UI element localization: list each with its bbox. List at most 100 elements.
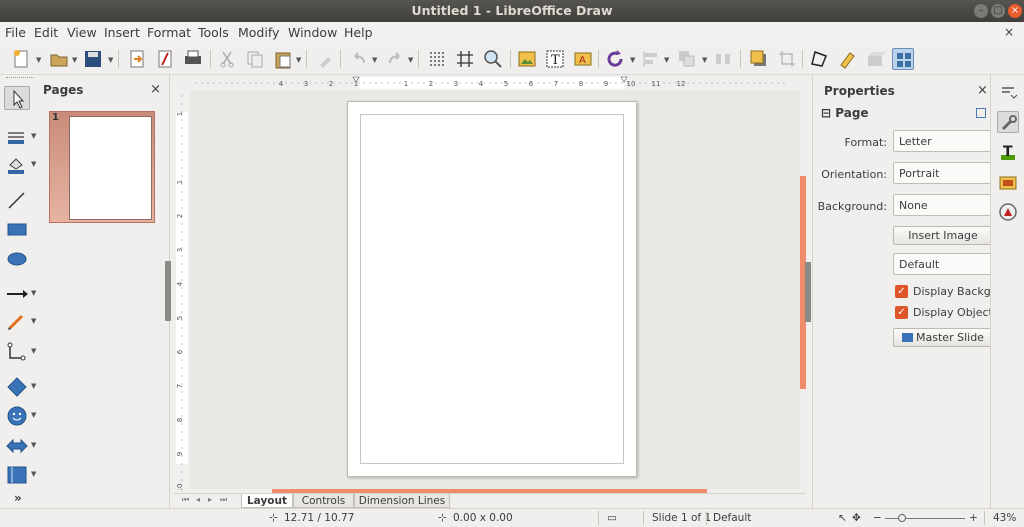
zoom-in-button[interactable]: + [969,512,978,524]
properties-deck-icon[interactable] [997,111,1019,133]
undo-icon[interactable] [348,48,370,70]
tab-controls[interactable]: Controls [293,494,354,508]
clone-formatting-icon[interactable] [314,48,336,70]
line-color-icon[interactable] [4,125,30,149]
maximize-button[interactable]: □ [991,4,1005,18]
line-icon[interactable] [4,188,30,212]
chevron-down-icon[interactable]: ▼ [72,56,77,64]
next-tab-icon[interactable]: ▸ [208,495,212,504]
chevron-down-icon[interactable]: ▼ [31,411,36,419]
chevron-down-icon[interactable]: ▼ [36,56,41,64]
navigator-deck-icon[interactable] [997,201,1019,223]
chevron-down-icon[interactable]: ▼ [702,56,707,64]
print-icon[interactable] [182,48,204,70]
display-objects-checkbox[interactable]: ✓ [895,306,908,319]
insert-textbox-icon[interactable]: T [544,48,566,70]
rotate-icon[interactable] [604,48,626,70]
drawing-page[interactable] [347,101,637,477]
open-folder-icon[interactable] [48,48,70,70]
chevron-down-icon[interactable]: ▼ [31,441,36,449]
export-pdf-icon[interactable] [154,48,176,70]
fit-page-icon[interactable]: ✥ [852,512,861,524]
toggle-extrusion-icon[interactable] [864,48,886,70]
chevron-down-icon[interactable]: ▼ [108,56,113,64]
menu-view[interactable]: View [67,25,97,40]
helplines-icon[interactable] [454,48,476,70]
sidebar-settings-icon[interactable] [997,81,1019,103]
chevron-down-icon[interactable]: ▼ [296,56,301,64]
menu-tools[interactable]: Tools [198,25,229,40]
page-section-title[interactable]: ⊟ Page [821,106,869,120]
master-slide-button[interactable]: Master Slide [893,328,993,347]
chevron-down-icon[interactable]: ▼ [372,56,377,64]
menu-file[interactable]: File [5,25,26,40]
zoom-level[interactable]: 43% [993,512,1016,524]
menu-help[interactable]: Help [344,25,373,40]
fill-color-icon[interactable] [4,153,30,177]
paste-icon[interactable] [272,48,294,70]
menu-modify[interactable]: Modify [238,25,279,40]
sidebar-splitter[interactable] [805,262,811,322]
insert-image-icon[interactable] [516,48,538,70]
rectangle-icon[interactable] [4,217,30,241]
orientation-select[interactable]: Portrait [893,162,993,184]
shadow-icon[interactable] [748,48,770,70]
format-select[interactable]: Letter [893,130,993,152]
background-select[interactable]: None [893,194,993,216]
menu-format[interactable]: Format [147,25,191,40]
points-icon[interactable] [808,48,830,70]
close-icon[interactable]: × [977,83,988,98]
basic-shapes-icon[interactable] [4,375,30,399]
align-icon[interactable] [640,48,662,70]
grid-icon[interactable] [426,48,448,70]
tab-dimension-lines[interactable]: Dimension Lines [354,494,450,508]
page-thumbnail[interactable] [69,116,152,220]
redo-icon[interactable] [384,48,406,70]
more-options-icon[interactable] [976,108,986,118]
glue-points-icon[interactable] [836,48,858,70]
select-arrow-icon[interactable] [4,86,30,110]
more-tools-icon[interactable]: » [14,491,22,505]
display-background-checkbox[interactable]: ✓ [895,285,908,298]
chevron-down-icon[interactable]: ▼ [31,317,36,325]
lines-arrows-icon[interactable] [4,282,30,306]
crop-icon[interactable] [776,48,798,70]
styles-deck-icon[interactable]: T [997,141,1019,163]
vertical-ruler[interactable]: 1 1 2 3 4 5 6 7 8 9 10 [174,90,190,492]
close-document-button[interactable]: × [1004,25,1014,39]
connector-icon[interactable] [4,340,30,364]
master-page-select[interactable]: Default [893,253,993,275]
arrange-icon[interactable] [676,48,698,70]
menu-insert[interactable]: Insert [104,25,140,40]
minimize-button[interactable]: – [974,4,988,18]
horizontal-ruler[interactable]: 4321123456789101112 [190,75,806,91]
insert-image-button[interactable]: Insert Image [893,226,993,245]
block-arrows-icon[interactable] [4,434,30,458]
chevron-down-icon[interactable]: ▼ [408,56,413,64]
first-tab-icon[interactable]: ⏮ [182,495,189,505]
chevron-down-icon[interactable]: ▼ [664,56,669,64]
chevron-down-icon[interactable]: ▼ [31,382,36,390]
chevron-down-icon[interactable]: ▼ [630,56,635,64]
flowchart-icon[interactable] [4,463,30,487]
chevron-down-icon[interactable]: ▼ [31,347,36,355]
chevron-down-icon[interactable]: ▼ [31,470,36,478]
last-tab-icon[interactable]: ⏭ [220,495,227,505]
sidebar-toggle-icon[interactable] [892,48,914,70]
ellipse-icon[interactable] [4,247,30,271]
chevron-down-icon[interactable]: ▼ [31,160,36,168]
chevron-down-icon[interactable]: ▼ [31,289,36,297]
close-window-button[interactable]: × [1008,4,1022,18]
previous-tab-icon[interactable]: ◂ [196,495,200,504]
save-icon[interactable] [82,48,104,70]
export-icon[interactable] [126,48,148,70]
zoom-out-button[interactable]: − [873,512,882,524]
tab-layout[interactable]: Layout [241,494,293,508]
pages-panel-splitter[interactable] [165,261,171,321]
collapse-icon[interactable]: ⊟ [821,106,831,120]
menu-window[interactable]: Window [288,25,337,40]
gallery-deck-icon[interactable] [997,171,1019,193]
cut-icon[interactable] [216,48,238,70]
chevron-down-icon[interactable]: ▼ [31,132,36,140]
symbol-shapes-icon[interactable] [4,404,30,428]
